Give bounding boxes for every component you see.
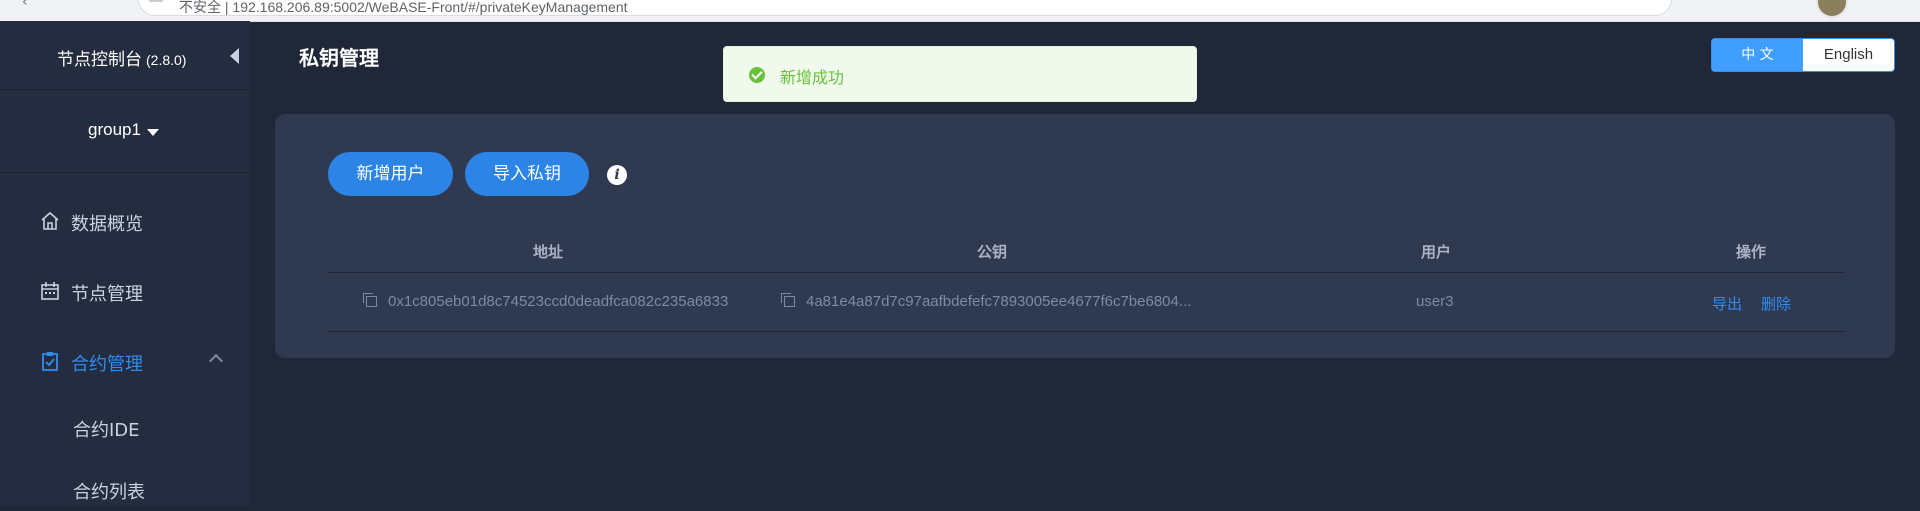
profile-avatar[interactable] xyxy=(1816,0,1848,18)
chevron-up-icon[interactable] xyxy=(208,353,224,369)
user-cell: user3 xyxy=(1416,293,1454,310)
check-circle-icon xyxy=(749,67,765,83)
export-link[interactable]: 导出 xyxy=(1712,293,1742,314)
import-key-button[interactable]: 导入私钥 xyxy=(465,152,589,196)
url-text: 不安全 | 192.168.206.89:5002/WeBASE-Front/#… xyxy=(179,0,628,15)
table-row: 0x1c805eb01d8c74523ccd0deadfca082c235a68… xyxy=(327,273,1845,332)
sidebar-item-label: 节点管理 xyxy=(71,284,143,305)
browser-toolbar: 不安全 | 192.168.206.89:5002/WeBASE-Front/#… xyxy=(0,0,1920,22)
app-version: (2.8.0) xyxy=(146,52,187,68)
table-header: 地址 公钥 用户 操作 xyxy=(327,227,1845,273)
lang-zh-button[interactable]: 中 文 xyxy=(1712,39,1803,71)
sidebar-subitem-contract-ide[interactable]: 合约IDE xyxy=(0,405,250,449)
group-selector[interactable]: group1 xyxy=(0,90,250,173)
column-header-actions: 操作 xyxy=(1736,243,1767,261)
clipboard-check-icon xyxy=(42,352,58,371)
column-header-public-key: 公钥 xyxy=(977,243,1008,261)
language-switch: 中 文 English xyxy=(1711,38,1895,72)
page-title: 私钥管理 xyxy=(299,46,379,70)
collapse-sidebar-icon[interactable] xyxy=(230,48,239,64)
success-toast: 新增成功 xyxy=(723,46,1197,102)
sidebar-subitem-label: 合约列表 xyxy=(73,482,145,503)
public-key-cell: 4a81e4a87d7c97aafbdefefc7893005ee4677f6c… xyxy=(806,293,1192,310)
column-header-address: 地址 xyxy=(533,243,564,261)
sidebar-item-label: 合约管理 xyxy=(71,354,143,375)
key-management-card: 新增用户 导入私钥 i 地址 公钥 用户 操作 0x1c805eb01d8c74… xyxy=(275,114,1895,358)
copy-icon[interactable] xyxy=(781,293,795,307)
info-icon[interactable]: i xyxy=(607,165,627,185)
app-title-text: 节点控制台 xyxy=(57,50,142,69)
calendar-icon xyxy=(41,282,59,300)
column-header-user: 用户 xyxy=(1421,243,1452,261)
caret-down-icon xyxy=(147,129,159,136)
sidebar-item-contracts[interactable]: 合约管理 xyxy=(0,336,250,386)
delete-link[interactable]: 删除 xyxy=(1761,293,1791,314)
sidebar-subitem-contract-list[interactable]: 合约列表 xyxy=(0,467,250,511)
sidebar-subitem-label: 合约IDE xyxy=(73,420,140,441)
toast-message: 新增成功 xyxy=(780,68,845,87)
group-label: group1 xyxy=(88,120,141,139)
address-bar[interactable]: 不安全 | 192.168.206.89:5002/WeBASE-Front/#… xyxy=(138,0,1672,16)
add-user-button[interactable]: 新增用户 xyxy=(328,152,453,196)
sidebar-header: 节点控制台 (2.8.0) xyxy=(0,21,250,90)
sidebar-item-label: 数据概览 xyxy=(71,214,143,235)
sidebar: 节点控制台 (2.8.0) group1 数据概览 节点管理 合约管理 合约IDE… xyxy=(0,21,250,505)
copy-icon[interactable] xyxy=(363,293,377,307)
address-cell: 0x1c805eb01d8c74523ccd0deadfca082c235a68… xyxy=(388,293,729,310)
sidebar-item-overview[interactable]: 数据概览 xyxy=(0,196,250,246)
app-title: 节点控制台 (2.8.0) xyxy=(57,45,186,70)
sidebar-item-nodes[interactable]: 节点管理 xyxy=(0,266,250,316)
private-key-table: 地址 公钥 用户 操作 0x1c805eb01d8c74523ccd0deadf… xyxy=(327,227,1845,332)
lang-en-button[interactable]: English xyxy=(1803,39,1894,71)
insecure-icon xyxy=(149,0,163,2)
home-icon xyxy=(41,211,59,230)
back-icon[interactable]: ‹ xyxy=(22,0,40,12)
